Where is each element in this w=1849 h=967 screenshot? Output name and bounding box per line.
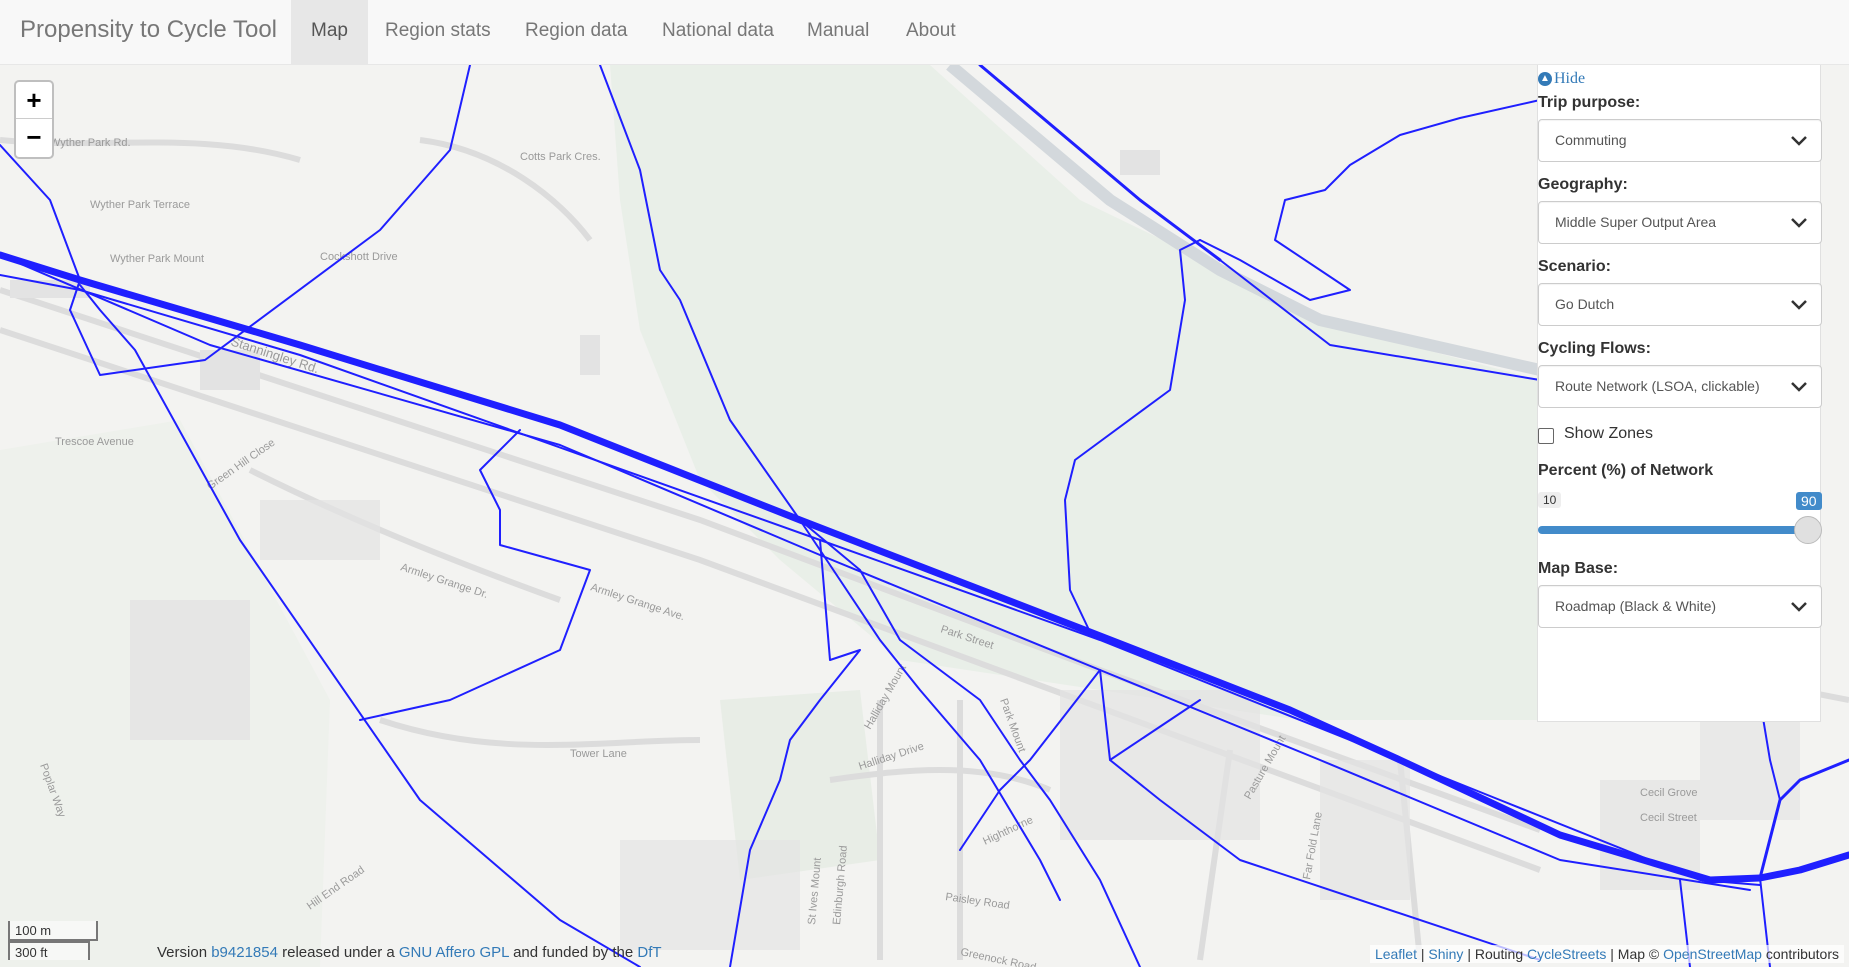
scale-bar: 100 m 300 ft <box>8 921 98 960</box>
zoom-in-button[interactable]: + <box>16 82 52 119</box>
chevron-down-icon <box>1791 136 1807 146</box>
geography-select[interactable]: Middle Super Output Area <box>1538 201 1822 244</box>
svg-text:Armley Grange Ave.: Armley Grange Ave. <box>589 581 686 623</box>
svg-text:Trescoe Avenue: Trescoe Avenue <box>55 436 134 448</box>
cycling-flows-label: Cycling Flows: <box>1538 340 1651 357</box>
control-panel: ▲ Hide Trip purpose: Commuting Geography… <box>1537 65 1822 722</box>
scenario-select[interactable]: Go Dutch <box>1538 283 1822 326</box>
trip-purpose-select[interactable]: Commuting <box>1538 119 1822 162</box>
app-title[interactable]: Propensity to Cycle Tool <box>20 16 277 44</box>
trip-purpose-label: Trip purpose: <box>1538 94 1641 111</box>
svg-text:Paisley Road: Paisley Road <box>945 891 1011 912</box>
funder-link[interactable]: DfT <box>637 944 661 961</box>
shiny-link[interactable]: Shiny <box>1428 946 1463 962</box>
hide-label: Hide <box>1554 70 1586 87</box>
slider-value-label: 90 <box>1796 492 1822 510</box>
svg-text:Cecil Grove: Cecil Grove <box>1640 787 1697 799</box>
tab-national-data[interactable]: National data <box>642 0 794 65</box>
tab-region-stats[interactable]: Region stats <box>365 0 511 65</box>
slider-min-label: 10 <box>1538 492 1562 508</box>
svg-text:Cockshott Drive: Cockshott Drive <box>320 251 398 263</box>
svg-text:Tower Lane: Tower Lane <box>570 748 627 760</box>
version-link[interactable]: b9421854 <box>211 944 278 961</box>
license-link[interactable]: GNU Affero GPL <box>399 944 509 961</box>
svg-text:Wyther Park Rd.: Wyther Park Rd. <box>50 137 131 149</box>
funded-text: and funded by the <box>508 944 638 961</box>
percent-network-label: Percent (%) of Network <box>1538 462 1714 479</box>
chevron-down-icon <box>1791 300 1807 310</box>
scenario-label: Scenario: <box>1538 258 1611 275</box>
svg-text:Green Hill Close: Green Hill Close <box>205 437 277 493</box>
map-attribution: Leaflet | Shiny | Routing CycleStreets |… <box>1369 945 1844 963</box>
chevron-down-icon <box>1791 382 1807 392</box>
cyclestreets-link[interactable]: CycleStreets <box>1527 946 1606 962</box>
scenario-value: Go Dutch <box>1555 296 1615 312</box>
slider-track[interactable] <box>1538 526 1808 534</box>
svg-text:Halliday Mount: Halliday Mount <box>862 662 909 731</box>
trip-purpose-value: Commuting <box>1555 132 1627 148</box>
svg-text:Greenock Road: Greenock Road <box>959 946 1037 967</box>
geography-label: Geography: <box>1538 176 1628 193</box>
tab-map[interactable]: Map <box>291 0 368 65</box>
scale-imperial: 300 ft <box>8 941 90 960</box>
map-base-value: Roadmap (Black & White) <box>1555 598 1717 614</box>
tab-region-data[interactable]: Region data <box>505 0 647 65</box>
released-text: released under a <box>277 944 399 961</box>
percent-network-slider[interactable]: 10 90 <box>1538 484 1822 544</box>
tab-manual[interactable]: Manual <box>787 0 889 65</box>
attrib-sep: | <box>1416 946 1429 962</box>
version-prefix: Version <box>157 944 212 961</box>
slider-handle[interactable] <box>1794 516 1822 544</box>
leaflet-link[interactable]: Leaflet <box>1375 946 1417 962</box>
cycling-flows-select[interactable]: Route Network (LSOA, clickable) <box>1538 365 1822 408</box>
zoom-control: + − <box>14 80 54 159</box>
show-zones-row: Show Zones <box>1538 424 1820 444</box>
svg-text:Park Mount: Park Mount <box>997 697 1028 754</box>
chevron-down-icon <box>1791 602 1807 612</box>
zoom-out-button[interactable]: − <box>16 119 52 156</box>
svg-text:Highthorne: Highthorne <box>981 814 1035 848</box>
navbar: Propensity to Cycle Tool Map Region stat… <box>0 0 1849 65</box>
chevron-down-icon <box>1791 218 1807 228</box>
arrow-up-circle-icon: ▲ <box>1538 72 1552 86</box>
hide-panel-button[interactable]: ▲ Hide <box>1538 70 1820 88</box>
geography-value: Middle Super Output Area <box>1555 214 1717 230</box>
osm-link[interactable]: OpenStreetMap <box>1663 946 1762 962</box>
map-base-label: Map Base: <box>1538 560 1619 577</box>
cycling-flows-value: Route Network (LSOA, clickable) <box>1555 378 1760 394</box>
svg-text:Cotts Park Cres.: Cotts Park Cres. <box>520 151 601 163</box>
map-copyright-text: | Map © <box>1606 946 1664 962</box>
map-base-select[interactable]: Roadmap (Black & White) <box>1538 585 1822 628</box>
svg-text:Wyther Park Mount: Wyther Park Mount <box>110 253 204 265</box>
show-zones-checkbox[interactable] <box>1538 428 1554 444</box>
svg-text:Cecil Street: Cecil Street <box>1640 812 1697 824</box>
version-footer: Version b9421854 released under a GNU Af… <box>157 944 662 961</box>
routing-text: | Routing <box>1463 946 1527 962</box>
contributors-text: contributors <box>1761 946 1839 962</box>
tab-about[interactable]: About <box>886 0 976 65</box>
scale-metric: 100 m <box>8 921 98 941</box>
svg-text:Wyther Park Terrace: Wyther Park Terrace <box>90 199 190 211</box>
show-zones-label[interactable]: Show Zones <box>1564 425 1653 443</box>
